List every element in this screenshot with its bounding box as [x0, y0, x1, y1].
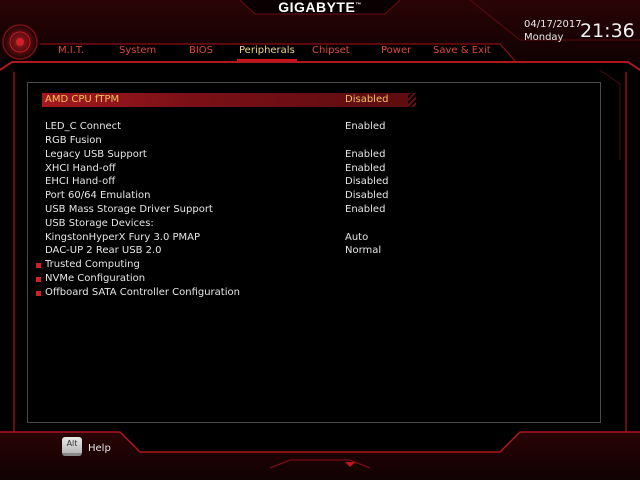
- setting-row-usb-mass-storage-driver[interactable]: USB Mass Storage Driver Support Enabled: [45, 204, 465, 218]
- tab-power[interactable]: Power: [381, 45, 411, 56]
- setting-value[interactable]: Disabled: [345, 176, 388, 187]
- setting-value[interactable]: Disabled: [345, 94, 388, 105]
- setting-row-dac-up-2-rear-usb[interactable]: DAC-UP 2 Rear USB 2.0 Normal: [45, 245, 465, 259]
- setting-label: DAC-UP 2 Rear USB 2.0: [45, 245, 162, 256]
- setting-row-rgb-fusion[interactable]: RGB Fusion: [45, 135, 465, 149]
- time-display: 21:36: [580, 20, 635, 42]
- setting-value[interactable]: Enabled: [345, 163, 385, 174]
- date-display: 04/17/2017 Monday: [524, 18, 582, 44]
- tab-system[interactable]: System: [119, 45, 156, 56]
- setting-value[interactable]: Enabled: [345, 204, 385, 215]
- brand-logo: GIGABYTE™: [0, 0, 640, 15]
- setting-value[interactable]: Disabled: [345, 190, 388, 201]
- weekday-text: Monday: [524, 32, 564, 43]
- setting-label: KingstonHyperX Fury 3.0 PMAP: [45, 232, 201, 243]
- setting-row-led-c-connect[interactable]: LED_C Connect Enabled: [45, 121, 465, 135]
- section-usb-storage-devices: USB Storage Devices:: [45, 218, 465, 232]
- setting-label: Port 60/64 Emulation: [45, 190, 151, 201]
- setting-label: EHCI Hand-off: [45, 176, 116, 187]
- tab-mit[interactable]: M.I.T.: [58, 45, 84, 56]
- setting-row-legacy-usb-support[interactable]: Legacy USB Support Enabled: [45, 149, 465, 163]
- submenu-bullet-icon: [36, 291, 41, 296]
- setting-row-amd-cpu-ftpm[interactable]: AMD CPU fTPM Disabled: [45, 94, 465, 108]
- setting-label: XHCI Hand-off: [45, 163, 116, 174]
- submenu-nvme-configuration[interactable]: NVMe Configuration: [36, 273, 465, 287]
- setting-row-xhci-hand-off[interactable]: XHCI Hand-off Enabled: [45, 163, 465, 177]
- setting-value[interactable]: Normal: [345, 245, 381, 256]
- setting-value[interactable]: Auto: [345, 232, 368, 243]
- setting-label: Offboard SATA Controller Configuration: [45, 287, 240, 298]
- setting-value[interactable]: Enabled: [345, 149, 385, 160]
- help-label[interactable]: Help: [88, 443, 111, 454]
- tab-bios[interactable]: BIOS: [189, 45, 213, 56]
- tab-peripherals[interactable]: Peripherals: [237, 45, 297, 61]
- setting-row-ehci-hand-off[interactable]: EHCI Hand-off Disabled: [45, 176, 465, 190]
- tab-chipset[interactable]: Chipset: [312, 45, 350, 56]
- date-text: 04/17/2017: [524, 19, 582, 30]
- setting-value[interactable]: Enabled: [345, 121, 385, 132]
- tab-save-exit[interactable]: Save & Exit: [433, 45, 491, 56]
- active-tab-indicator: [237, 59, 297, 61]
- setting-label: LED_C Connect: [45, 121, 122, 132]
- setting-label: RGB Fusion: [45, 135, 102, 146]
- setting-row-port-60-64-emulation[interactable]: Port 60/64 Emulation Disabled: [45, 190, 465, 204]
- submenu-bullet-icon: [36, 263, 41, 268]
- submenu-bullet-icon: [36, 277, 41, 282]
- setting-row-kingston-hyperx[interactable]: KingstonHyperX Fury 3.0 PMAP Auto: [45, 232, 465, 246]
- setting-label: Legacy USB Support: [45, 149, 147, 160]
- submenu-trusted-computing[interactable]: Trusted Computing: [36, 259, 465, 273]
- setting-label: NVMe Configuration: [45, 273, 146, 284]
- submenu-offboard-sata-controller[interactable]: Offboard SATA Controller Configuration: [36, 287, 465, 301]
- trademark-mark: ™: [355, 2, 362, 9]
- tab-peripherals-label: Peripherals: [239, 45, 295, 56]
- setting-label: AMD CPU fTPM: [45, 94, 120, 105]
- alt-key-icon[interactable]: Alt: [62, 437, 82, 456]
- setting-label: Trusted Computing: [45, 259, 140, 270]
- section-label: USB Storage Devices:: [45, 218, 154, 229]
- brand-name: GIGABYTE: [278, 0, 356, 15]
- setting-label: USB Mass Storage Driver Support: [45, 204, 213, 215]
